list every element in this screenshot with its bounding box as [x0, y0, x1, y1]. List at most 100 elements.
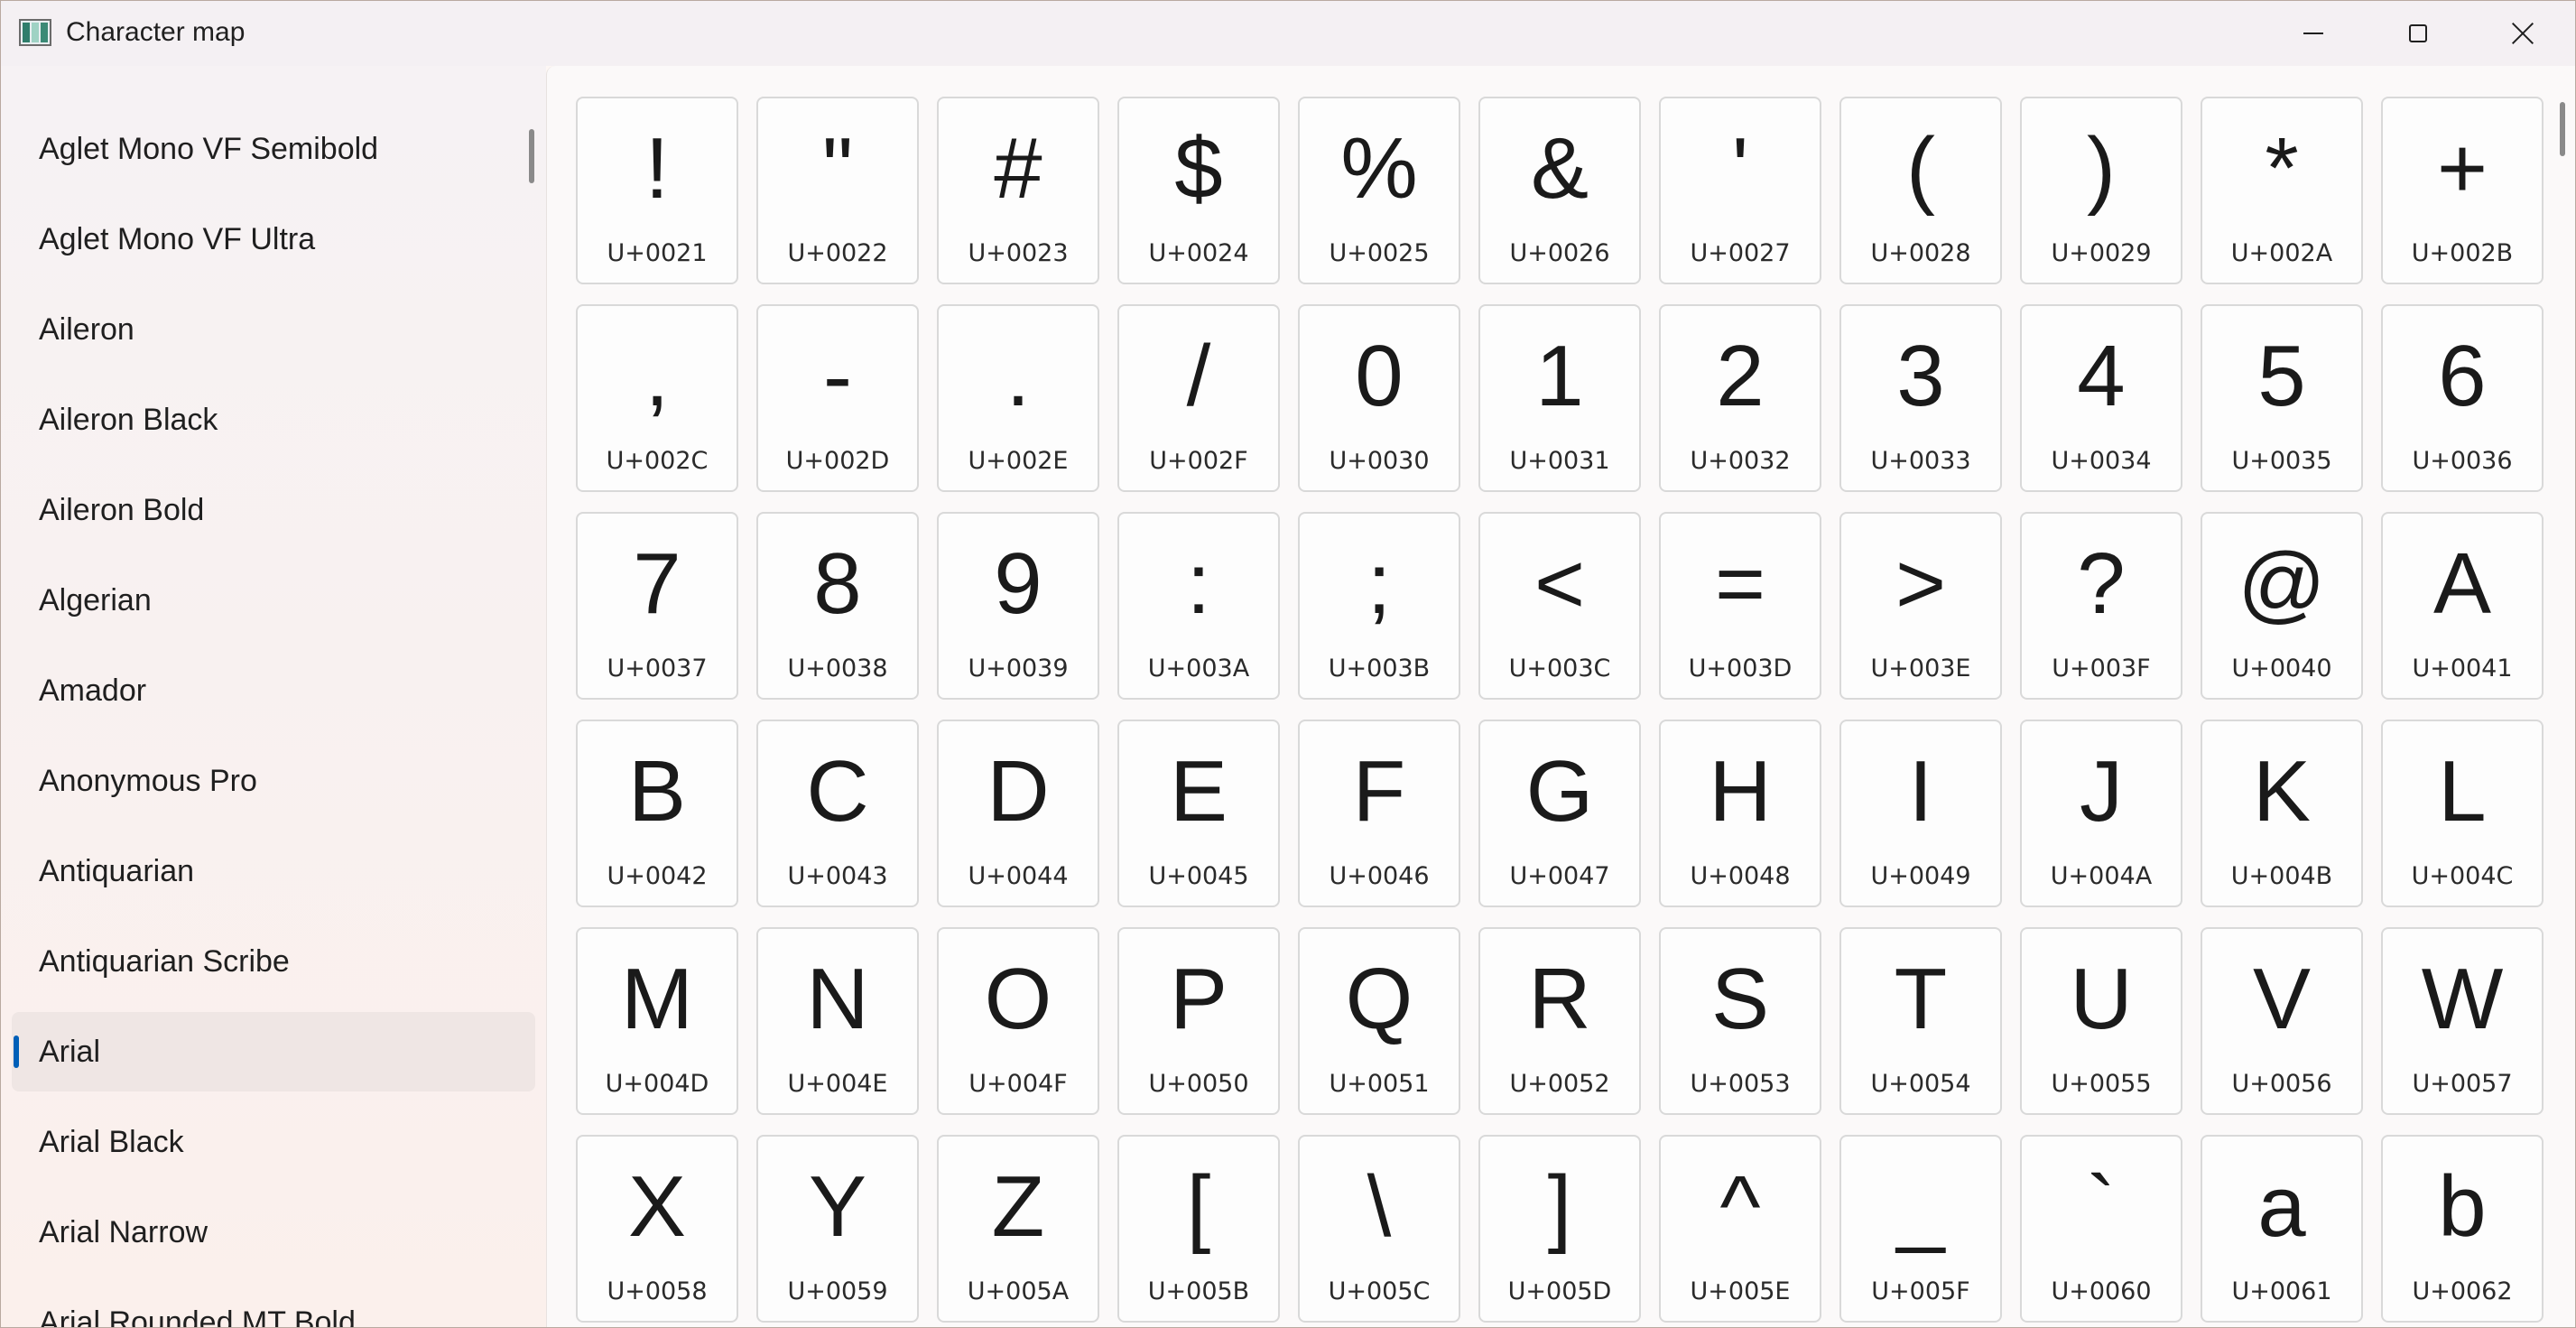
- close-button[interactable]: [2470, 1, 2575, 66]
- character-tile[interactable]: ? U+003F: [2020, 512, 2182, 700]
- codepoint-label: U+002D: [785, 447, 890, 475]
- font-list-item[interactable]: Aglet Mono VF Semibold: [12, 109, 535, 189]
- character-tile[interactable]: W U+0057: [2381, 927, 2544, 1115]
- character-tile[interactable]: N U+004E: [756, 927, 919, 1115]
- character-tile[interactable]: P U+0050: [1117, 927, 1280, 1115]
- character-tile[interactable]: 2 U+0032: [1659, 304, 1821, 492]
- character-tile[interactable]: \ U+005C: [1298, 1135, 1460, 1323]
- minimize-button[interactable]: [2261, 1, 2366, 66]
- font-list-item[interactable]: Algerian: [12, 561, 535, 640]
- character-tile[interactable]: 7 U+0037: [576, 512, 738, 700]
- character-tile[interactable]: " U+0022: [756, 97, 919, 284]
- font-list-item[interactable]: Aileron Black: [12, 380, 535, 460]
- character-tile[interactable]: G U+0047: [1478, 720, 1641, 907]
- font-name-label: Aglet Mono VF Ultra: [39, 221, 316, 256]
- font-list-item[interactable]: Arial Black: [12, 1102, 535, 1182]
- character-tile[interactable]: ] U+005D: [1478, 1135, 1641, 1323]
- font-list-item[interactable]: Aileron Bold: [12, 470, 535, 550]
- character-glyph: Z: [991, 1158, 1045, 1255]
- character-tile[interactable]: 9 U+0039: [937, 512, 1099, 700]
- character-tile[interactable]: . U+002E: [937, 304, 1099, 492]
- character-tile[interactable]: O U+004F: [937, 927, 1099, 1115]
- character-tile[interactable]: a U+0061: [2201, 1135, 2363, 1323]
- codepoint-label: U+0032: [1690, 447, 1791, 475]
- character-tile[interactable]: = U+003D: [1659, 512, 1821, 700]
- font-list-item[interactable]: Arial: [12, 1012, 535, 1091]
- character-tile[interactable]: [U+005B: [1117, 1135, 1280, 1323]
- character-tile[interactable]: # U+0023: [937, 97, 1099, 284]
- character-tile[interactable]: X U+0058: [576, 1135, 738, 1323]
- character-glyph: =: [1714, 535, 1766, 632]
- character-glyph: A: [2432, 535, 2492, 632]
- font-list-item[interactable]: Anonymous Pro: [12, 741, 535, 821]
- character-tile[interactable]: J U+004A: [2020, 720, 2182, 907]
- character-tile[interactable]: ) U+0029: [2020, 97, 2182, 284]
- font-list-item[interactable]: Antiquarian: [12, 831, 535, 911]
- character-tile[interactable]: 1 U+0031: [1478, 304, 1641, 492]
- font-list-item[interactable]: Aglet Mono VF Ultra: [12, 200, 535, 279]
- character-tile[interactable]: A U+0041: [2381, 512, 2544, 700]
- character-tile[interactable]: 3 U+0033: [1839, 304, 2002, 492]
- character-tile[interactable]: Q U+0051: [1298, 927, 1460, 1115]
- font-list-item[interactable]: Amador: [12, 651, 535, 730]
- character-tile[interactable]: U U+0055: [2020, 927, 2182, 1115]
- font-list: Aglet Mono VF Semibold Aglet Mono VF Ultr…: [12, 109, 535, 1328]
- character-tile[interactable]: > U+003E: [1839, 512, 2002, 700]
- character-tile[interactable]: @ U+0040: [2201, 512, 2363, 700]
- character-tile[interactable]: ; U+003B: [1298, 512, 1460, 700]
- character-tile[interactable]: 5 U+0035: [2201, 304, 2363, 492]
- codepoint-label: U+0061: [2231, 1277, 2332, 1305]
- character-tile[interactable]: * U+002A: [2201, 97, 2363, 284]
- character-tile[interactable]: H U+0048: [1659, 720, 1821, 907]
- character-tile[interactable]: 6 U+0036: [2381, 304, 2544, 492]
- character-tile[interactable]: 8 U+0038: [756, 512, 919, 700]
- title-bar[interactable]: Character map: [1, 1, 2575, 66]
- character-tile[interactable]: R U+0052: [1478, 927, 1641, 1115]
- character-tile[interactable]: % U+0025: [1298, 97, 1460, 284]
- character-glyph: 3: [1896, 328, 1945, 424]
- font-list-item[interactable]: Aileron: [12, 290, 535, 369]
- character-tile[interactable]: K U+004B: [2201, 720, 2363, 907]
- codepoint-label: U+0025: [1329, 239, 1430, 267]
- character-grid-scrollbar[interactable]: [2560, 102, 2565, 156]
- character-tile[interactable]: I U+0049: [1839, 720, 2002, 907]
- character-tile[interactable]: ` U+0060: [2020, 1135, 2182, 1323]
- character-tile[interactable]: : U+003A: [1117, 512, 1280, 700]
- font-list-item[interactable]: Arial Rounded MT Bold: [12, 1283, 535, 1328]
- maximize-button[interactable]: [2366, 1, 2470, 66]
- character-tile[interactable]: E U+0045: [1117, 720, 1280, 907]
- character-tile[interactable]: < U+003C: [1478, 512, 1641, 700]
- character-tile[interactable]: Z U+005A: [937, 1135, 1099, 1323]
- character-tile[interactable]: B U+0042: [576, 720, 738, 907]
- character-tile[interactable]: & U+0026: [1478, 97, 1641, 284]
- character-tile[interactable]: V U+0056: [2201, 927, 2363, 1115]
- character-tile[interactable]: 4 U+0034: [2020, 304, 2182, 492]
- character-tile[interactable]: ' U+0027: [1659, 97, 1821, 284]
- codepoint-label: U+0030: [1329, 447, 1430, 475]
- character-tile[interactable]: + U+002B: [2381, 97, 2544, 284]
- character-tile[interactable]: / U+002F: [1117, 304, 1280, 492]
- codepoint-label: U+003B: [1328, 655, 1431, 683]
- character-tile[interactable]: S U+0053: [1659, 927, 1821, 1115]
- character-tile[interactable]: 0 U+0030: [1298, 304, 1460, 492]
- font-list-item[interactable]: Arial Narrow: [12, 1193, 535, 1272]
- character-tile[interactable]: M U+004D: [576, 927, 738, 1115]
- font-list-item[interactable]: Antiquarian Scribe: [12, 922, 535, 1001]
- character-tile[interactable]: T U+0054: [1839, 927, 2002, 1115]
- character-tile[interactable]: Y U+0059: [756, 1135, 919, 1323]
- character-tile[interactable]: L U+004C: [2381, 720, 2544, 907]
- character-tile[interactable]: F U+0046: [1298, 720, 1460, 907]
- character-tile[interactable]: ^ U+005E: [1659, 1135, 1821, 1323]
- character-tile[interactable]: - U+002D: [756, 304, 919, 492]
- character-tile[interactable]: C U+0043: [756, 720, 919, 907]
- character-tile[interactable]: (U+0028: [1839, 97, 2002, 284]
- character-tile[interactable]: $ U+0024: [1117, 97, 1280, 284]
- character-tile[interactable]: D U+0044: [937, 720, 1099, 907]
- character-glyph: J: [2080, 743, 2123, 840]
- character-tile[interactable]: _ U+005F: [1839, 1135, 2002, 1323]
- character-glyph: a: [2257, 1158, 2306, 1255]
- font-list-scrollbar[interactable]: [529, 129, 534, 183]
- character-tile[interactable]: , U+002C: [576, 304, 738, 492]
- character-tile[interactable]: b U+0062: [2381, 1135, 2544, 1323]
- character-tile[interactable]: ! U+0021: [576, 97, 738, 284]
